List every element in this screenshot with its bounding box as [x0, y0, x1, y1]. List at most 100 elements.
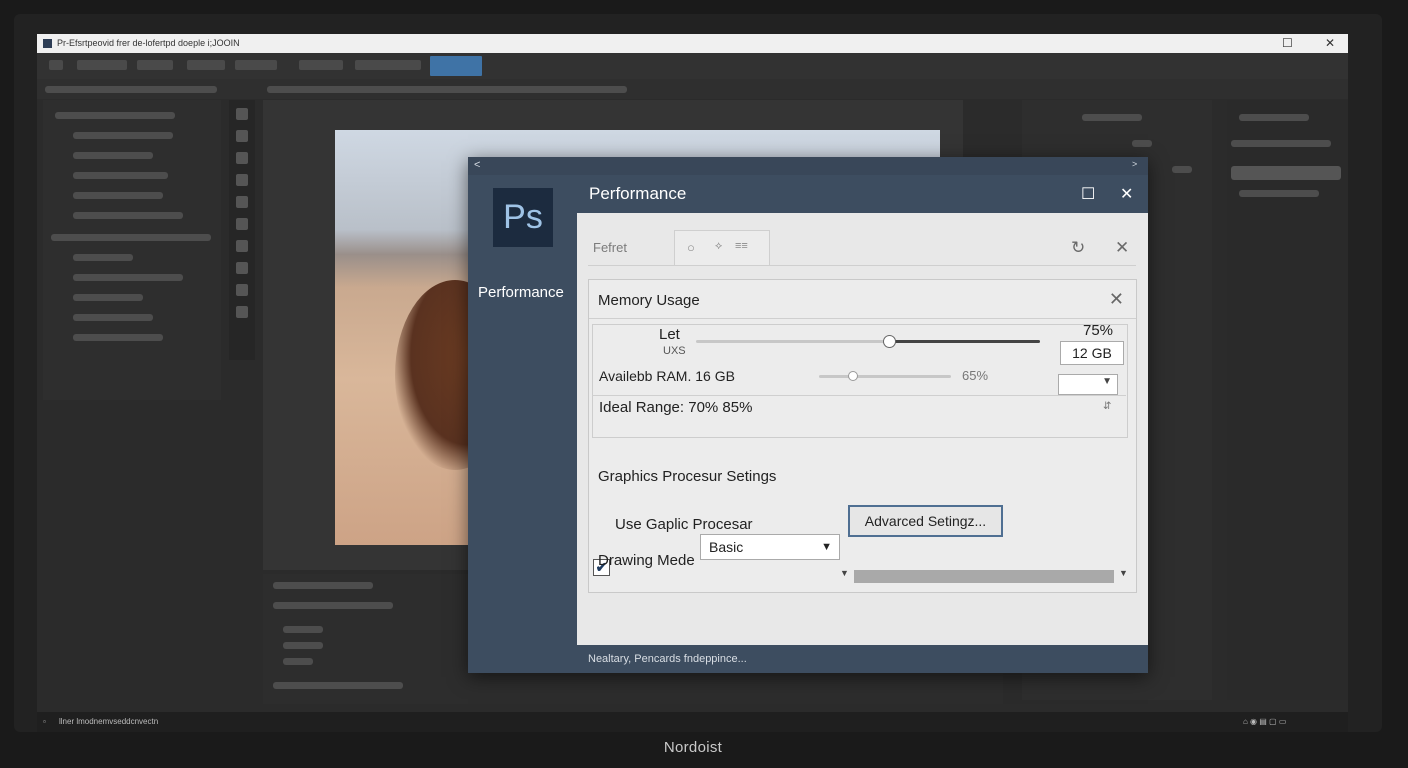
panel-header [1082, 114, 1142, 121]
panel-row[interactable] [273, 682, 403, 689]
eraser-tool-icon[interactable] [236, 218, 248, 230]
dialog-title: Performance [589, 184, 687, 203]
panel-row[interactable] [55, 112, 175, 119]
panel-row[interactable] [73, 212, 183, 219]
footer-text: Nealtary, Pencards fndeppince... [588, 653, 747, 665]
graphics-processor-settings-label: Graphics Procesur Setings [598, 468, 777, 485]
panel-row[interactable] [283, 642, 323, 649]
dialog-close-button[interactable]: ✕ [1120, 184, 1133, 204]
tool-strip [229, 100, 255, 360]
diamond-icon: ⟡ [715, 240, 723, 252]
menu-item[interactable] [137, 60, 173, 70]
panel-row[interactable] [1231, 140, 1331, 147]
let-label: Let [659, 326, 680, 343]
ideal-range-label: Ideal Range: 70% 85% [599, 399, 753, 416]
horizontal-scrollbar[interactable] [854, 570, 1114, 583]
brush-tool-icon[interactable] [236, 130, 248, 142]
memory-percent: 75% [1083, 322, 1114, 339]
divider [592, 395, 1126, 396]
panel-row[interactable] [73, 314, 153, 321]
available-ram-label: Availebb RAM. 16 GB [599, 368, 735, 384]
app-titlebar: Pr-Efsrtpeovid frer de-lofertpd doeple i… [37, 34, 1348, 53]
move-tool-icon[interactable] [236, 108, 248, 120]
options-bar [37, 79, 1348, 99]
tab-active[interactable]: ○ ⟡ ≡≡ [674, 230, 770, 265]
panel-row[interactable] [73, 132, 173, 139]
dialog-top-strip: < > [468, 157, 1148, 175]
text-tool-icon[interactable] [236, 284, 248, 296]
circle-icon: ○ [687, 240, 695, 255]
menu-item[interactable] [355, 60, 421, 70]
crop-tool-icon[interactable] [236, 174, 248, 186]
menu-item[interactable] [299, 60, 343, 70]
panel-icon[interactable] [1172, 166, 1192, 173]
home-icon[interactable] [49, 60, 63, 70]
advanced-settings-button[interactable]: Advarced Setingz... [848, 505, 1003, 537]
close-button[interactable]: ✕ [1325, 34, 1335, 53]
ram-value-field[interactable]: 12 GB [1060, 341, 1124, 365]
panel-row[interactable] [73, 172, 168, 179]
tab-fefret[interactable]: Fefret [593, 240, 627, 255]
memory-usage-title: Memory Usage [598, 292, 700, 309]
spinner-icon[interactable]: ⇵ [1103, 401, 1111, 412]
header-close-icon[interactable]: ✕ [1115, 238, 1129, 258]
sidebar-item-performance[interactable]: Performance [478, 284, 564, 301]
tab-row: Fefret ○ ⟡ ≡≡ ↻ ✕ [577, 213, 1148, 265]
dialog-footer: Nealtary, Pencards fndeppince... [577, 645, 1148, 673]
panel-row[interactable] [273, 582, 373, 589]
status-bar: ▫ llner lmodnemvseddcnvectn ⌂ ◉ ▤ ▢ ▭ [37, 712, 1348, 732]
secondary-slider-thumb[interactable] [848, 371, 858, 381]
memory-slider-thumb[interactable] [882, 335, 896, 348]
refresh-icon[interactable]: ↻ [1071, 238, 1085, 258]
dialog-maximize-button[interactable]: ☐ [1081, 184, 1095, 204]
panel-row-selected[interactable] [1231, 166, 1341, 180]
hand-tool-icon[interactable] [236, 306, 248, 318]
scroll-left-icon[interactable]: ▼ [840, 568, 849, 578]
active-menu-tab[interactable] [430, 56, 482, 76]
panel-row[interactable] [73, 152, 153, 159]
far-right-panel [1227, 100, 1348, 700]
unit-dropdown[interactable]: ▼ [1058, 374, 1118, 395]
options-text [45, 86, 217, 93]
panel-row[interactable] [73, 274, 183, 281]
chevron-down-icon: ▼ [821, 541, 832, 553]
menu-item[interactable] [235, 60, 277, 70]
status-text: llner lmodnemvseddcnvectn [59, 717, 159, 726]
panel-header [1239, 114, 1309, 121]
menu-item[interactable] [77, 60, 127, 70]
panel-icon[interactable] [1132, 140, 1152, 147]
nav-back-icon[interactable]: < [474, 159, 480, 171]
left-panel [43, 100, 221, 400]
pen-tool-icon[interactable] [236, 262, 248, 274]
panel-row[interactable] [73, 334, 163, 341]
stamp-tool-icon[interactable] [236, 196, 248, 208]
drawing-mode-label: Drawing Mede [598, 552, 695, 569]
secondary-slider-track[interactable] [819, 375, 951, 378]
document-tabs[interactable] [267, 86, 627, 93]
pencil-tool-icon[interactable] [236, 152, 248, 164]
photoshop-logo: Ps [493, 188, 553, 247]
panel-row[interactable] [273, 602, 393, 609]
panel-row[interactable] [51, 234, 211, 241]
nav-forward-icon[interactable]: > [1132, 159, 1137, 169]
divider [589, 318, 1136, 319]
memory-panel-close-icon[interactable]: ✕ [1109, 289, 1124, 310]
use-gpu-label: Use Gaplic Procesar [615, 516, 753, 533]
memory-slider-fill [888, 340, 1040, 343]
status-tray-icons[interactable]: ⌂ ◉ ▤ ▢ ▭ [1243, 712, 1286, 732]
fill-tool-icon[interactable] [236, 240, 248, 252]
panel-row[interactable] [1239, 190, 1319, 197]
drawing-mode-select[interactable]: Basic ▼ [700, 534, 840, 560]
chevron-down-icon: ▼ [1102, 376, 1112, 387]
panel-row[interactable] [283, 658, 313, 665]
panel-row[interactable] [283, 626, 323, 633]
panel-row[interactable] [73, 254, 133, 261]
panel-row[interactable] [73, 294, 143, 301]
panel-row[interactable] [73, 192, 163, 199]
monitor-brand-label: Nordoist [663, 739, 723, 756]
memory-usage-panel: Memory Usage ✕ Let UXS 75% 12 GB Availeb… [588, 279, 1137, 593]
menu-item[interactable] [187, 60, 225, 70]
scroll-right-icon[interactable]: ▼ [1119, 568, 1128, 578]
maximize-button[interactable]: ☐ [1282, 34, 1293, 53]
lines-icon: ≡≡ [735, 240, 748, 252]
